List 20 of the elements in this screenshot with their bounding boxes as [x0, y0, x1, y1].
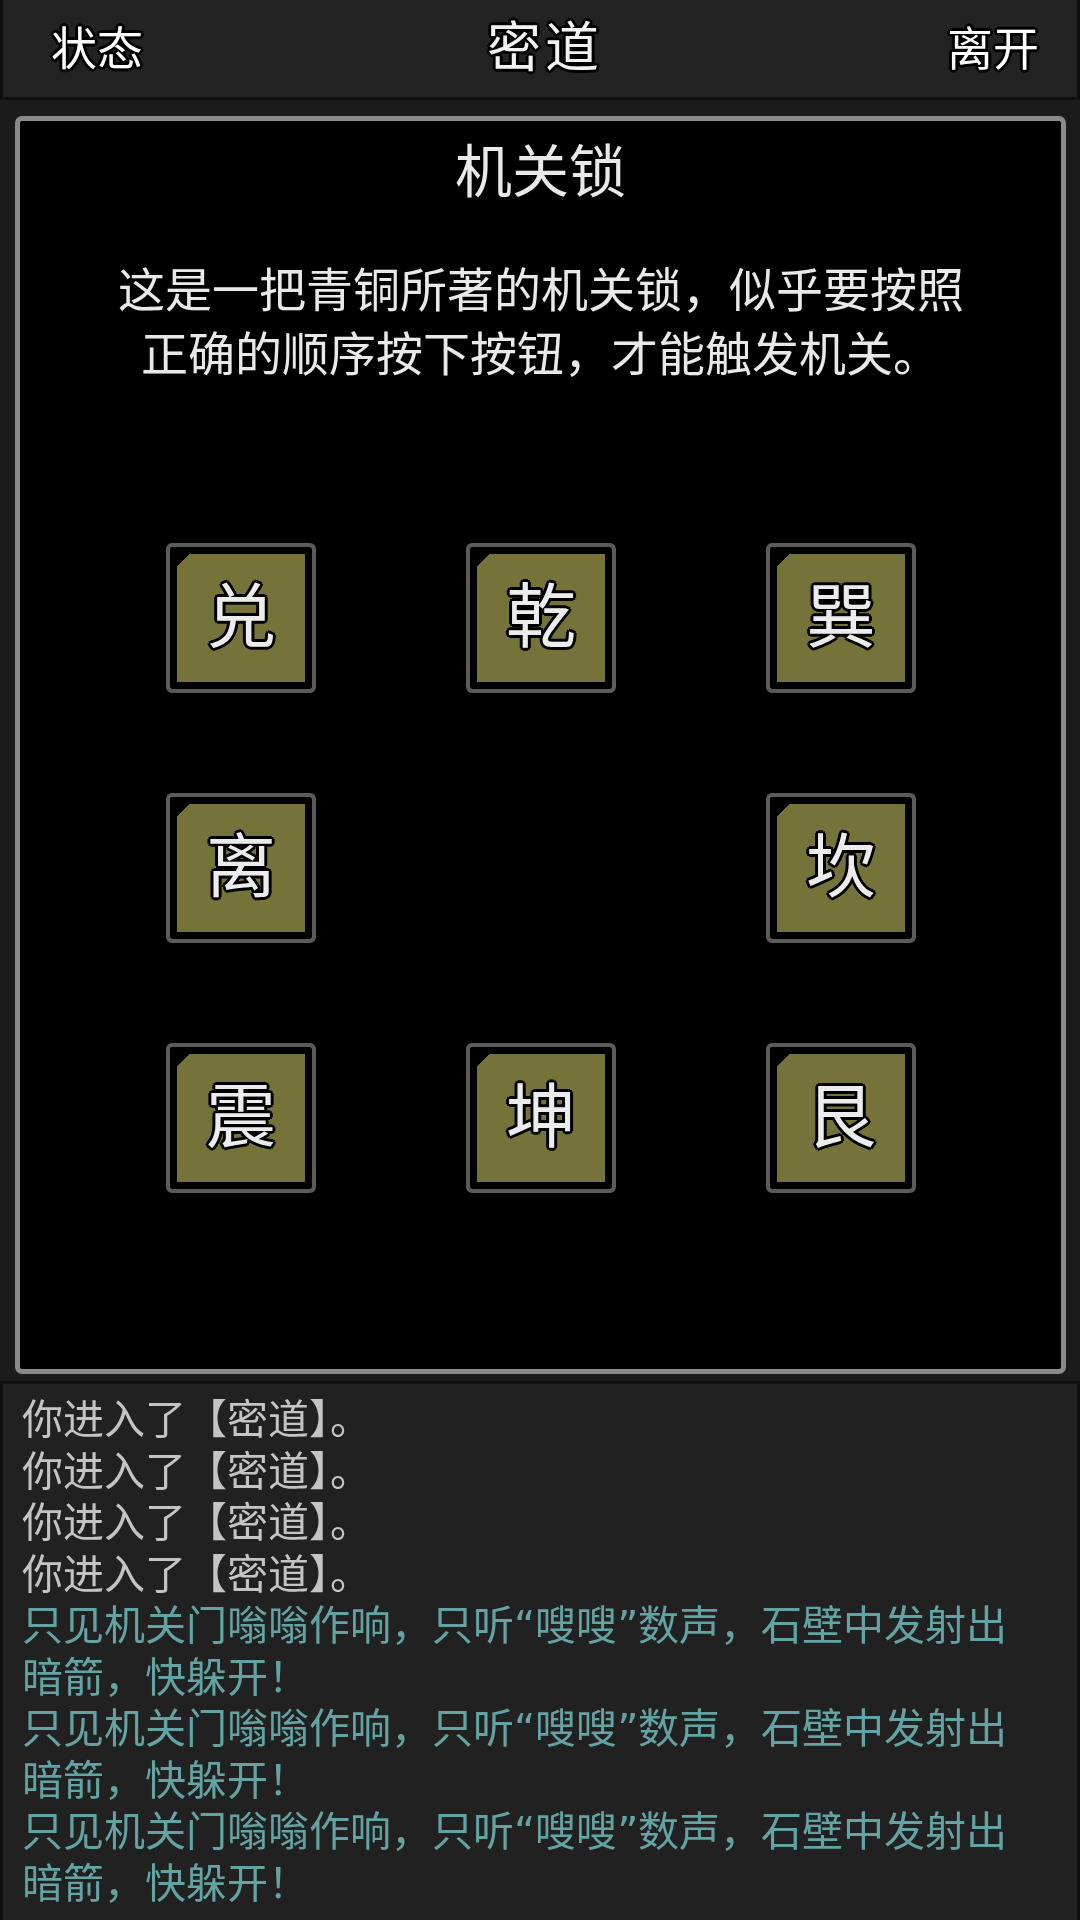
scene-title: 密道	[486, 15, 604, 82]
lock-button[interactable]: 艮	[765, 1043, 916, 1193]
leave-button[interactable]: 离开	[943, 18, 1043, 79]
lock-button[interactable]: 兑	[165, 543, 316, 693]
lock-button[interactable]: 巽	[765, 543, 916, 693]
lock-button[interactable]: 坎	[765, 793, 916, 943]
log-line: 你进入了【密道】。	[22, 1549, 372, 1601]
lock-button[interactable]: 乾	[465, 543, 616, 693]
dialog-description: 这是一把青铜所著的机关锁，似乎要按照正确的顺序按下按钮，才能触发机关。	[116, 262, 965, 384]
lock-button[interactable]: 震	[165, 1043, 316, 1193]
log-line: 你进入了【密道】。	[22, 1395, 372, 1446]
status-button[interactable]: 状态	[47, 18, 147, 79]
lock-button[interactable]: 坤	[465, 1043, 616, 1193]
lock-button[interactable]: 离	[165, 793, 316, 943]
log-line: 只见机关门嗡嗡作响，只听“嗖嗖”数声，石壁中发射出暗箭，快躲开！	[22, 1704, 1009, 1807]
dialog-title: 机关锁	[455, 138, 626, 207]
log-line: 你进入了【密道】。	[22, 1498, 372, 1549]
log-line: 只见机关门嗡嗡作响，只听“嗖嗖”数声，石壁中发射出暗箭，快躲开！	[22, 1807, 1009, 1910]
log-line: 你进入了【密道】。	[22, 1446, 372, 1498]
log-line: 只见机关门嗡嗡作响，只听“嗖嗖”数声，石壁中发射出暗箭，快躲开！	[22, 1601, 1009, 1704]
